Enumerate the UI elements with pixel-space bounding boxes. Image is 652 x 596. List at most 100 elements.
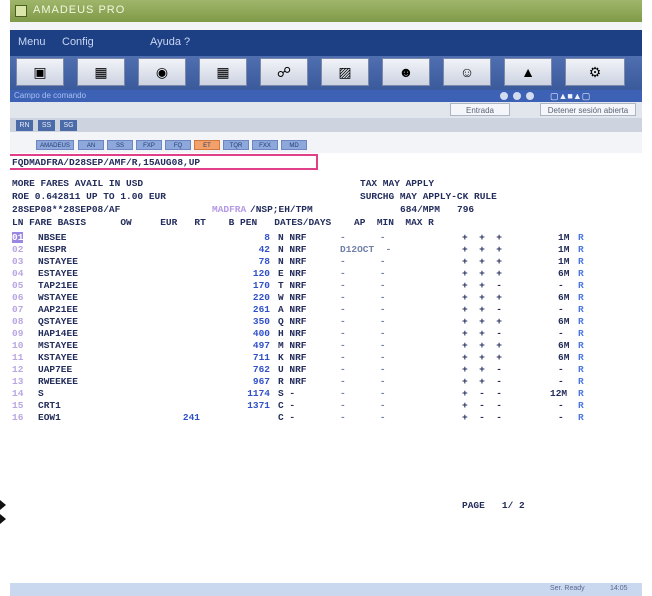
person-icon[interactable]: ☻ xyxy=(382,58,430,86)
title-bar: AMADEUS PRO xyxy=(10,0,642,22)
terminal-screen[interactable]: FQDMADFRA/D28SEP/AMF/R,15AUG08,UP MORE F… xyxy=(10,153,642,583)
nav-button-sg[interactable]: SG xyxy=(60,120,77,131)
table-row[interactable]: 06 WSTAYEE 220 W NRF - - + + + 6M R xyxy=(10,292,642,304)
table-row[interactable]: 12 UAP7EE 762 U NRF - - + + - - R xyxy=(10,364,642,376)
max-stay: 1M xyxy=(558,256,570,267)
rule-link[interactable]: R xyxy=(578,268,584,279)
line-number: 04 xyxy=(12,268,24,279)
fare-basis: QSTAYEE xyxy=(38,316,78,327)
fare-basis: RWEEKEE xyxy=(38,376,78,387)
fare-amount: 42 xyxy=(258,244,270,255)
paint-icon[interactable]: ◉ xyxy=(138,58,186,86)
table-row[interactable]: 15 CRT1 1371 C - - - + - - - R xyxy=(10,400,642,412)
key-fq[interactable]: FQ xyxy=(165,140,191,150)
line-number: 08 xyxy=(12,316,24,327)
table-row[interactable]: 13 RWEEKEE 967 R NRF - - + + - - R xyxy=(10,376,642,388)
fare-basis: NSTAYEE xyxy=(38,256,78,267)
car-icon[interactable]: ▨ xyxy=(321,58,369,86)
dates-days: - - xyxy=(340,256,386,267)
menu-item-config[interactable]: Config xyxy=(62,36,94,48)
booking-class: C - xyxy=(278,412,296,423)
ap-min: + + + xyxy=(462,268,502,279)
table-row[interactable]: 11 KSTAYEE 711 K NRF - - + + + 6M R xyxy=(10,352,642,364)
rule-link[interactable]: R xyxy=(578,340,584,351)
ap-min: + + - xyxy=(462,304,502,315)
rule-link[interactable]: R xyxy=(578,316,584,327)
fare-amount: 1174 xyxy=(247,388,270,399)
grid-icon[interactable]: ▦ xyxy=(199,58,247,86)
ap-min: + + + xyxy=(462,232,502,243)
nav-button-rn[interactable]: RN xyxy=(16,120,33,131)
column-headers: LN FARE BASIS OW EUR RT B PEN DATES/DAYS… xyxy=(12,217,434,228)
tree-icon[interactable]: ▲ xyxy=(504,58,552,86)
app-icon xyxy=(15,5,27,17)
status-dot-icon xyxy=(500,92,508,100)
booking-class: E NRF xyxy=(278,268,307,279)
scroll-up-arrow-icon[interactable] xyxy=(0,500,6,510)
key-fxp[interactable]: FXP xyxy=(136,140,162,150)
key-amadeus[interactable]: AMADEUS xyxy=(36,140,74,150)
table-row[interactable]: 05 TAP21EE 170 T NRF - - + + - - R xyxy=(10,280,642,292)
header-line-1-right: TAX MAY APPLY xyxy=(360,178,435,189)
line-number: 13 xyxy=(12,376,24,387)
fare-amount: 1371 xyxy=(247,400,270,411)
table-row[interactable]: 08 QSTAYEE 350 Q NRF - - + + + 6M R xyxy=(10,316,642,328)
key-fxx[interactable]: FXX xyxy=(252,140,278,150)
rule-link[interactable]: R xyxy=(578,232,584,243)
booking-class: M NRF xyxy=(278,340,307,351)
command-line[interactable]: FQDMADFRA/D28SEP/AMF/R,15AUG08,UP xyxy=(12,157,200,168)
booking-class: N NRF xyxy=(278,256,307,267)
key-tqr[interactable]: TQR xyxy=(223,140,249,150)
table-row[interactable]: 03 NSTAYEE 78 N NRF - - + + + 1M R xyxy=(10,256,642,268)
menu-bar: Menu Config Ayuda ? xyxy=(10,30,642,56)
rule-link[interactable]: R xyxy=(578,400,584,411)
nav-button-ss[interactable]: SS xyxy=(38,120,55,131)
table-row[interactable]: 09 HAP14EE 400 H NRF - - + + - - R xyxy=(10,328,642,340)
max-stay: 6M xyxy=(558,268,570,279)
rule-link[interactable]: R xyxy=(578,328,584,339)
table-row[interactable]: 10 MSTAYEE 497 M NRF - - + + + 6M R xyxy=(10,340,642,352)
book-icon[interactable]: ▦ xyxy=(77,58,125,86)
scroll-down-arrow-icon[interactable] xyxy=(0,514,6,524)
fare-basis: MSTAYEE xyxy=(38,340,78,351)
key-et[interactable]: ET xyxy=(194,140,220,150)
rule-link[interactable]: R xyxy=(578,352,584,363)
menu-item-help[interactable]: Ayuda ? xyxy=(150,36,190,48)
rule-link[interactable]: R xyxy=(578,244,584,255)
rule-link[interactable]: R xyxy=(578,376,584,387)
table-row[interactable]: 16 EOW1 241 C - - - + - - - R xyxy=(10,412,642,424)
rule-link[interactable]: R xyxy=(578,388,584,399)
rule-link[interactable]: R xyxy=(578,304,584,315)
menu-item-menu[interactable]: Menu xyxy=(18,36,46,48)
booking-class: R NRF xyxy=(278,376,307,387)
command-field-label[interactable]: Campo de comando xyxy=(14,90,86,102)
person2-icon[interactable]: ☺ xyxy=(443,58,491,86)
rule-link[interactable]: R xyxy=(578,364,584,375)
box-icon[interactable]: ▣ xyxy=(16,58,64,86)
key-md[interactable]: MD xyxy=(281,140,307,150)
rule-link[interactable]: R xyxy=(578,292,584,303)
table-row[interactable]: 02 NESPR 42 N NRF D12OCT - + + + 1M R xyxy=(10,244,642,256)
table-row[interactable]: 07 AAP21EE 261 A NRF - - + + - - R xyxy=(10,304,642,316)
key-an[interactable]: AN xyxy=(78,140,104,150)
rule-link[interactable]: R xyxy=(578,412,584,423)
table-row[interactable]: 01 NBSEE 8 N NRF - - + + + 1M R xyxy=(10,232,642,244)
rule-link[interactable]: R xyxy=(578,256,584,267)
fare-amount: 78 xyxy=(258,256,270,267)
fare-amount: 711 xyxy=(252,352,270,363)
max-stay: - xyxy=(558,412,564,423)
tab-close-session[interactable]: Detener sesión abierta xyxy=(540,103,636,116)
rule-link[interactable]: R xyxy=(578,280,584,291)
table-row[interactable]: 04 ESTAYEE 120 E NRF - - + + + 6M R xyxy=(10,268,642,280)
dates-days: - - xyxy=(340,232,386,243)
tab-entrada[interactable]: Entrada xyxy=(450,103,510,116)
network-icon[interactable]: ☍ xyxy=(260,58,308,86)
fare-amount: 8 xyxy=(264,232,270,243)
key-ss[interactable]: SS xyxy=(107,140,133,150)
gear-icon[interactable]: ⚙ xyxy=(565,58,625,86)
max-stay: - xyxy=(558,364,564,375)
dates-days: D12OCT - xyxy=(340,244,392,255)
table-row[interactable]: 14 S 1174 S - - - + - - 12M R xyxy=(10,388,642,400)
tools-icon[interactable]: ▢▲■▲▢ xyxy=(550,90,590,102)
fare-basis: EOW1 xyxy=(38,412,61,423)
